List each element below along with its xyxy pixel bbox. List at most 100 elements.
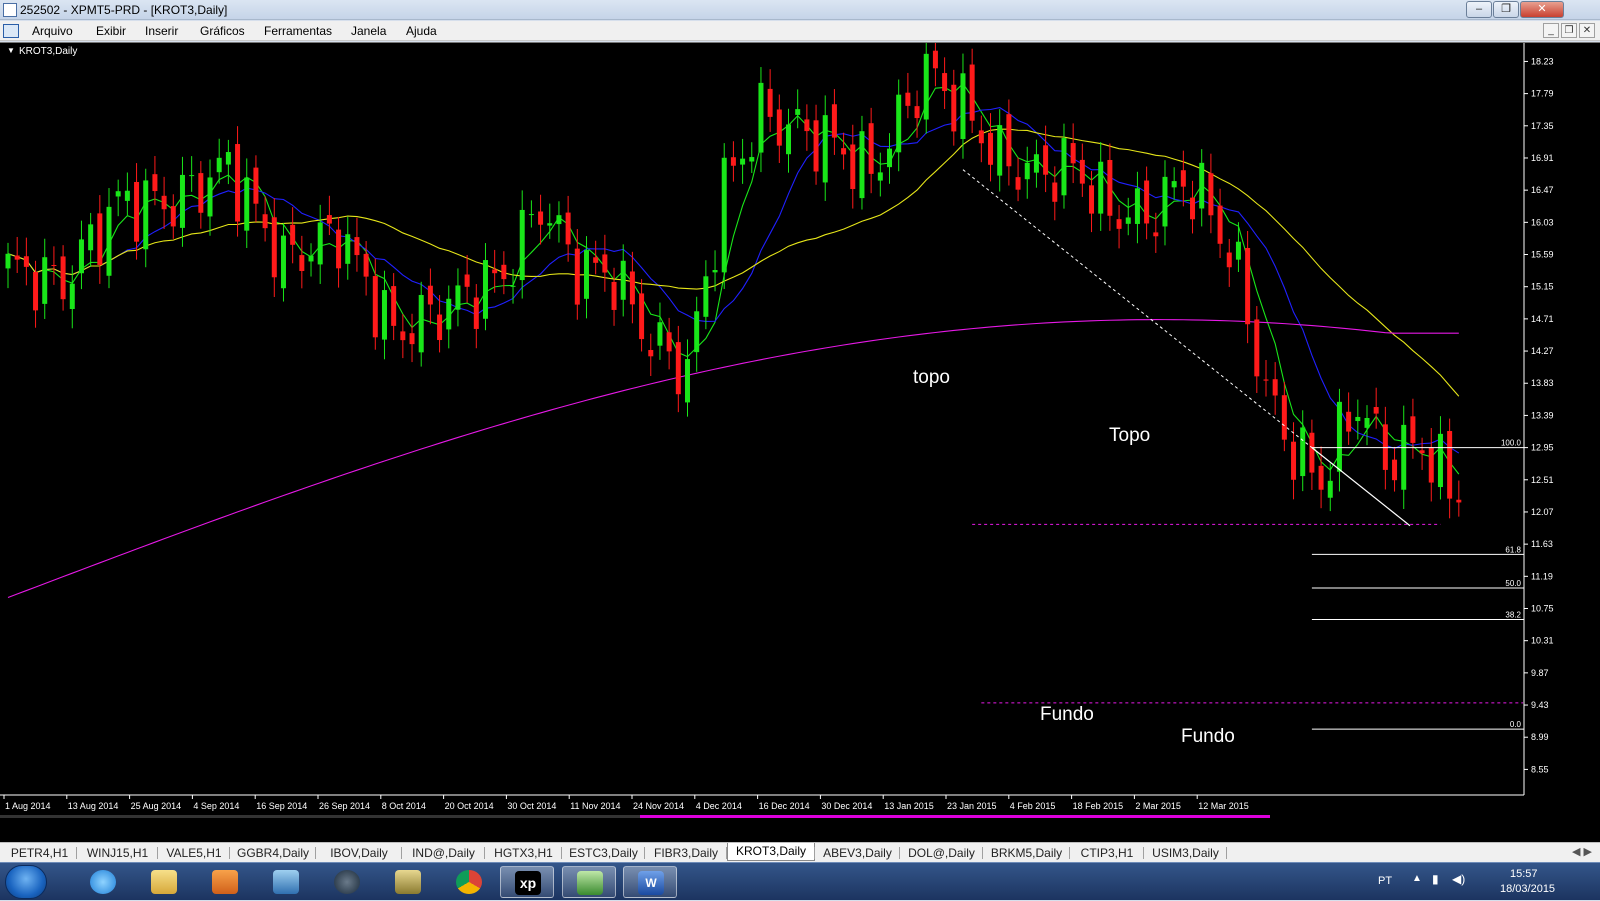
x-tick-label: 2 Mar 2015 [1135, 801, 1181, 811]
tab-estc3-daily[interactable]: ESTC3,Daily [562, 846, 645, 860]
volume-icon[interactable]: ◀) [1452, 872, 1465, 886]
candle-body [877, 172, 883, 181]
y-tick-label: 17.35 [1531, 121, 1554, 131]
candle-body [565, 212, 571, 245]
candle [951, 69, 957, 146]
annotation-fundo: Fundo [1181, 726, 1235, 747]
mdi-close-button[interactable]: ✕ [1579, 23, 1595, 38]
candle-body [1043, 145, 1049, 175]
candle-body [822, 115, 828, 183]
candle [152, 156, 158, 206]
tab-petr4-h1[interactable]: PETR4,H1 [2, 846, 77, 860]
x-tick-label: 30 Oct 2014 [507, 801, 556, 811]
y-tick-label: 11.63 [1531, 539, 1553, 549]
tab-separator [1226, 847, 1227, 859]
tray-arrow-icon[interactable]: ▲ [1412, 873, 1422, 884]
menu-graficos[interactable]: Gráficos [200, 24, 245, 38]
menu-janela[interactable]: Janela [351, 24, 386, 38]
signal-icon[interactable]: ▮ [1432, 872, 1439, 886]
tab-ibov-daily[interactable]: IBOV,Daily [316, 846, 402, 860]
candle-body [1180, 170, 1186, 187]
candle [216, 138, 222, 184]
candle-body [207, 177, 213, 217]
tab-krot3-daily[interactable]: KROT3,Daily [727, 843, 815, 861]
clock-time[interactable]: 15:57 [1510, 868, 1538, 880]
candle-body [363, 253, 369, 277]
candle-body [51, 265, 57, 267]
candle-body [712, 270, 718, 273]
tab-fibr3-daily[interactable]: FIBR3,Daily [645, 846, 727, 860]
candle-body [1033, 154, 1039, 173]
y-tick-label: 15.15 [1531, 282, 1554, 292]
app-icon [3, 3, 17, 17]
candle [501, 251, 507, 295]
tab-dol-daily[interactable]: DOL@,Daily [900, 846, 983, 860]
tab-hgtx3-h1[interactable]: HGTX3,H1 [485, 846, 562, 860]
candle-body [629, 271, 635, 305]
y-tick-label: 16.91 [1531, 153, 1554, 163]
mdi-chart-icon[interactable] [3, 24, 19, 38]
tab-ggbr4-daily[interactable]: GGBR4,Daily [230, 846, 316, 860]
chrome-icon[interactable] [442, 866, 496, 898]
language-indicator[interactable]: PT [1378, 875, 1392, 887]
minimize-button[interactable]: – [1466, 1, 1492, 18]
tab-brkm5-daily[interactable]: BRKM5,Daily [983, 846, 1070, 860]
candle-body [69, 283, 75, 310]
close-button[interactable]: ✕ [1520, 1, 1564, 18]
candle [1373, 387, 1379, 429]
metatrader-icon[interactable] [562, 866, 616, 898]
candle-body [161, 195, 167, 210]
candle-body [308, 255, 314, 262]
start-button[interactable] [5, 865, 47, 899]
candle-body [1125, 217, 1131, 224]
archive-app-icon[interactable] [381, 866, 435, 898]
tab-abev3-daily[interactable]: ABEV3,Daily [815, 846, 900, 860]
candle [657, 302, 663, 360]
menu-ferramentas[interactable]: Ferramentas [264, 24, 332, 38]
media-player-icon[interactable] [198, 866, 252, 898]
menu-ajuda[interactable]: Ajuda [406, 24, 437, 38]
network-app-icon[interactable] [259, 866, 313, 898]
mdi-minimize-button[interactable]: _ [1543, 23, 1559, 38]
xp-app-icon[interactable]: xp [500, 866, 554, 898]
candle [896, 79, 902, 172]
tab-vale5-h1[interactable]: VALE5,H1 [158, 846, 230, 860]
candle-body [602, 254, 608, 273]
candle [1134, 171, 1140, 244]
candle [1070, 123, 1076, 184]
candle [1428, 427, 1434, 502]
tab-ind-daily[interactable]: IND@,Daily [402, 846, 485, 860]
candle [1263, 359, 1269, 397]
menu-exibir[interactable]: Exibir [96, 24, 126, 38]
y-tick-label: 10.75 [1531, 604, 1554, 614]
tab-winj15-h1[interactable]: WINJ15,H1 [77, 846, 158, 860]
candle-body [299, 255, 305, 271]
candle-body [730, 157, 736, 166]
candle [1382, 406, 1388, 490]
chart-window[interactable]: 18.23 17.79 17.35 16.91 16.47 16.03 15.59 15.15… [0, 42, 1600, 842]
tab-usim3-daily[interactable]: USIM3,Daily [1144, 846, 1227, 860]
menu-arquivo[interactable]: Arquivo [32, 24, 73, 38]
file-explorer-icon[interactable] [137, 866, 191, 898]
tab-scroll-arrows[interactable]: ◀ ▶ [1572, 845, 1592, 858]
candle [1447, 418, 1453, 519]
tab-ctip3-h1[interactable]: CTIP3,H1 [1070, 846, 1144, 860]
hp-app-icon[interactable] [320, 866, 374, 898]
annotation-topo: topo [913, 367, 950, 388]
symbol-dropdown-icon[interactable]: ▼ [7, 46, 15, 55]
candle [923, 43, 929, 134]
word-icon[interactable]: W [623, 866, 677, 898]
candle [290, 207, 296, 264]
candle [143, 168, 149, 268]
maximize-button[interactable]: ❐ [1493, 1, 1519, 18]
menu-inserir[interactable]: Inserir [145, 24, 178, 38]
x-tick-label: 20 Oct 2014 [445, 801, 494, 811]
candle-body [179, 174, 185, 228]
mdi-restore-button[interactable]: ❐ [1561, 23, 1577, 38]
internet-explorer-icon[interactable] [76, 866, 130, 898]
clock-date[interactable]: 18/03/2015 [1500, 883, 1555, 895]
candle [400, 314, 406, 359]
candle [1098, 142, 1104, 231]
price-chart[interactable]: 18.23 17.79 17.35 16.91 16.47 16.03 15.59 15.15… [0, 43, 1600, 843]
ma-magenta-line [7, 319, 1459, 599]
